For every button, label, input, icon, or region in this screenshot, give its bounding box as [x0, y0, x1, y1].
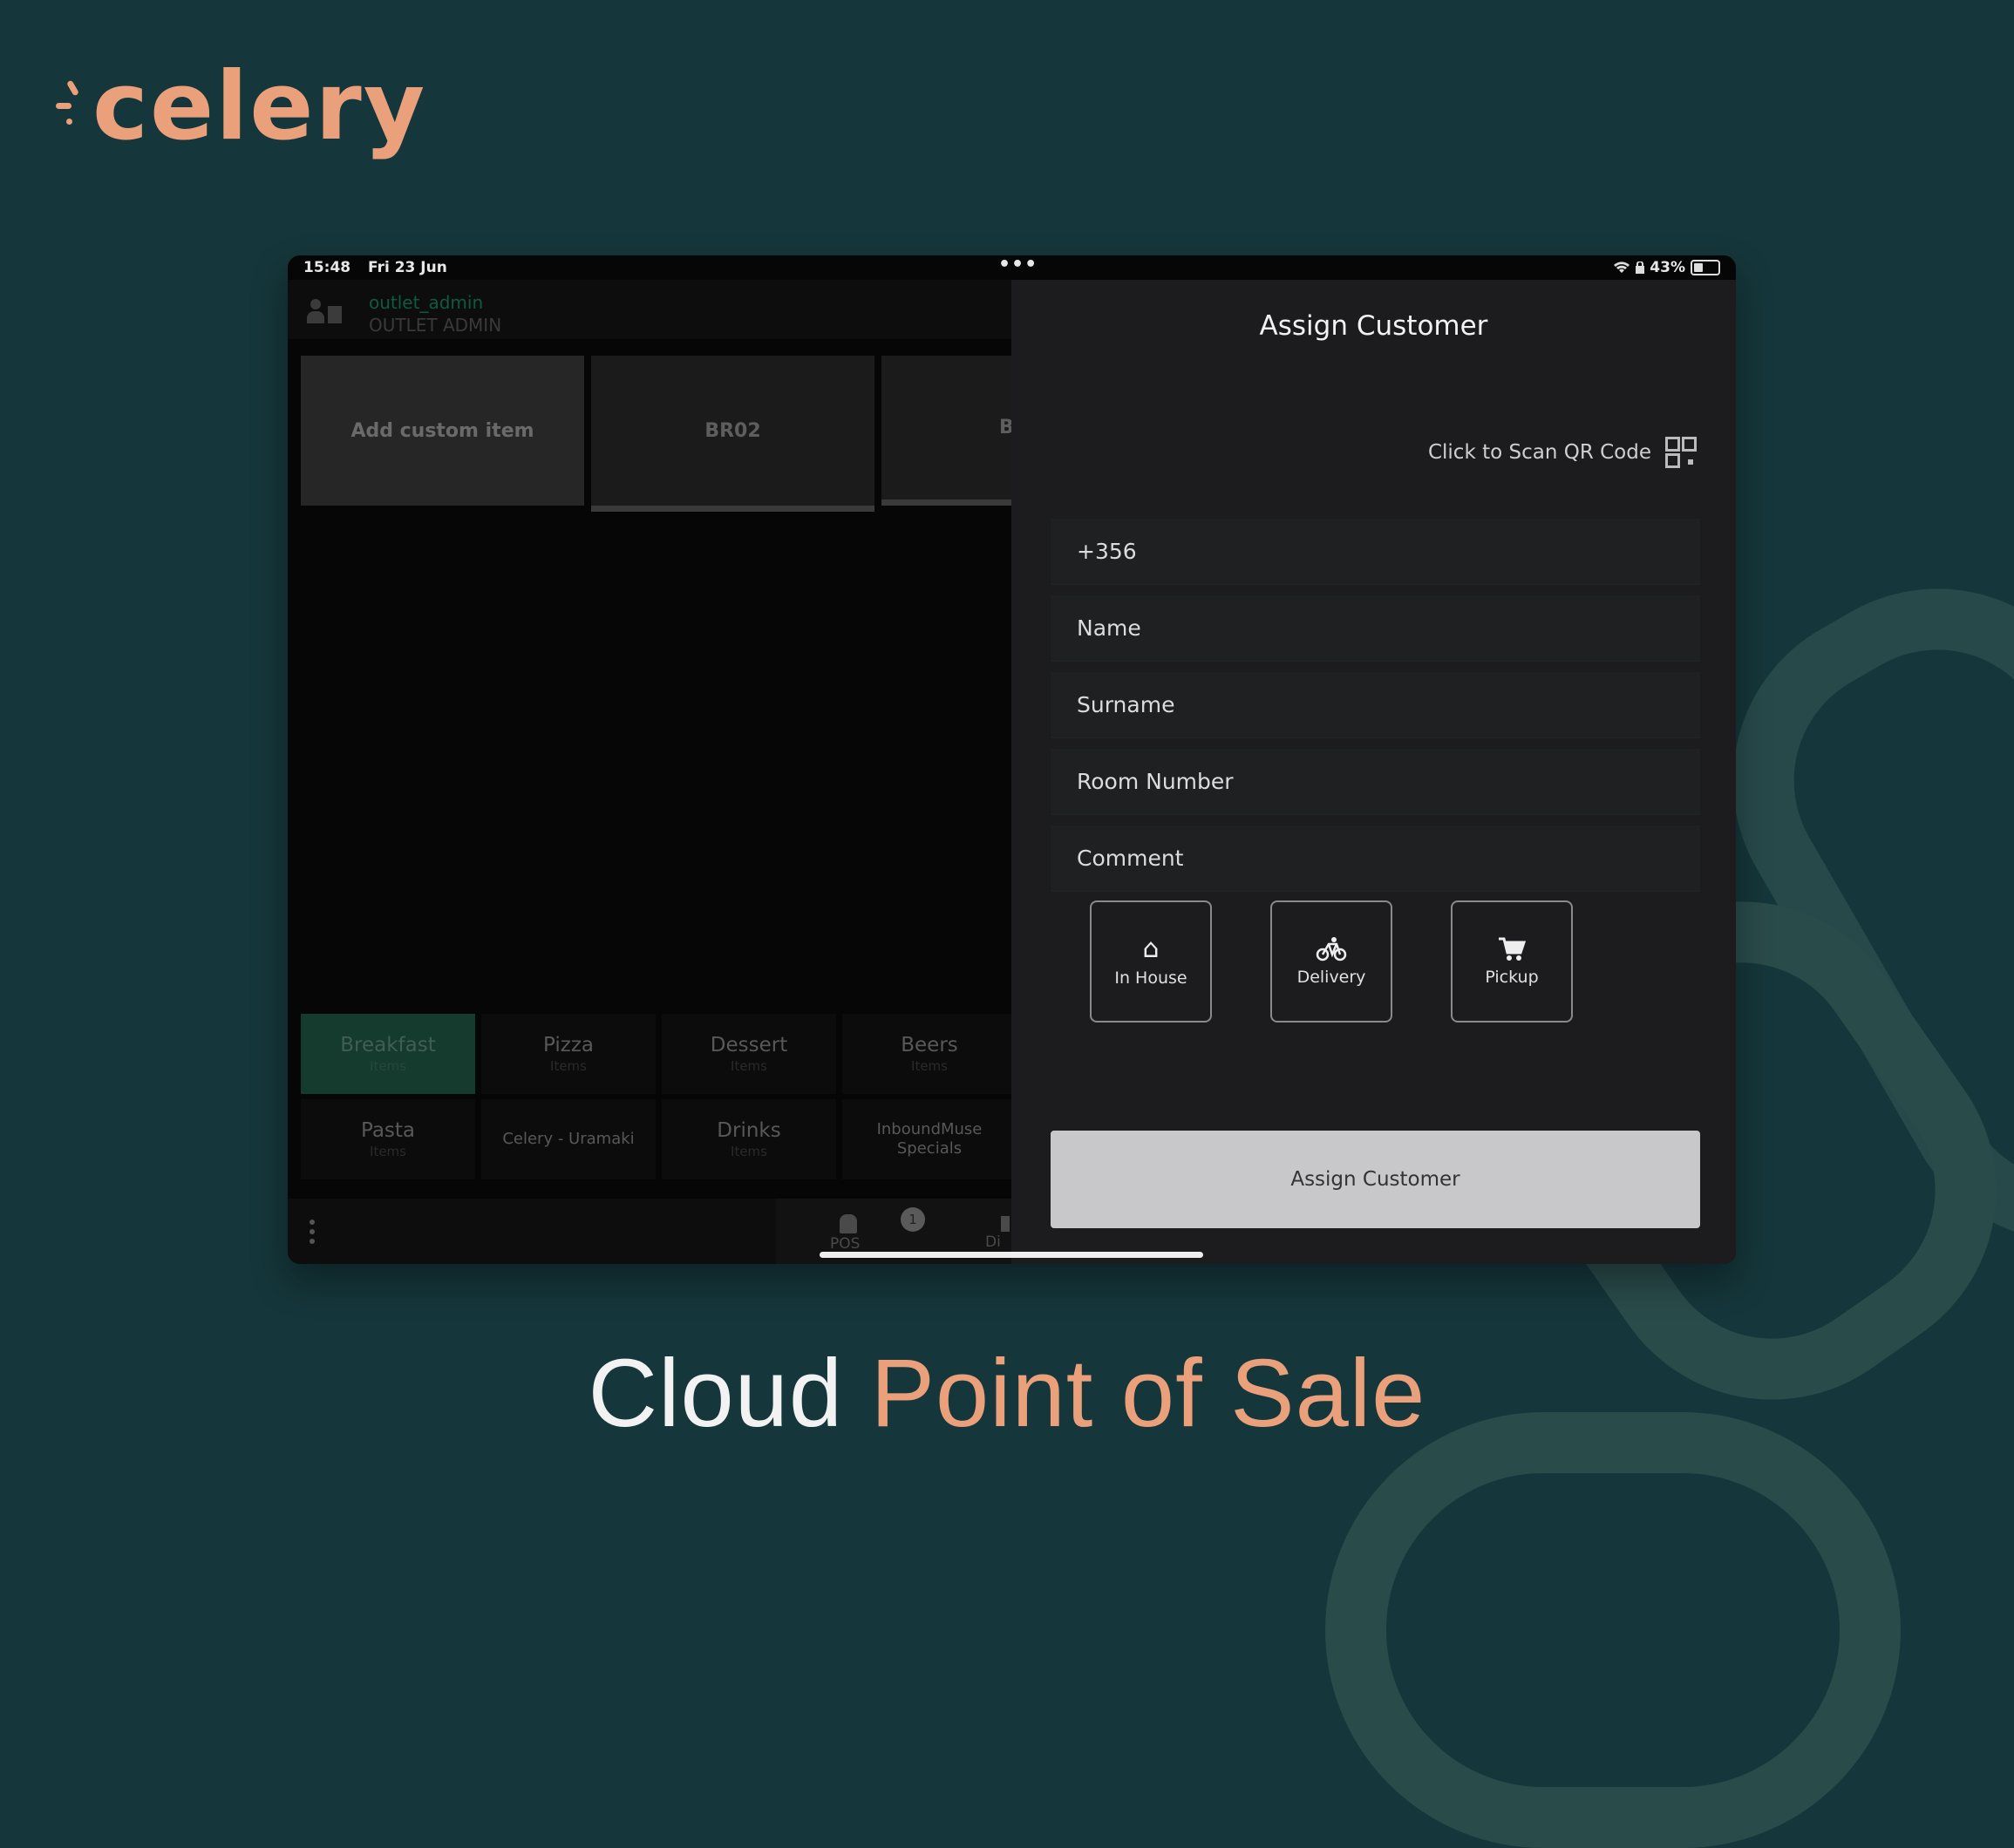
wifi-icon — [1614, 262, 1630, 273]
add-custom-item-tile[interactable]: Add custom item — [301, 356, 584, 506]
category-dessert[interactable]: Dessert Items — [662, 1014, 836, 1094]
surname-field[interactable]: Surname — [1051, 672, 1700, 738]
category-inboundmuse-specials[interactable]: InboundMuse Specials — [842, 1099, 1017, 1179]
category-sub: Items — [911, 1058, 948, 1074]
category-label: InboundMuse Specials — [876, 1120, 983, 1158]
product-tile[interactable]: B — [881, 356, 1014, 506]
category-label: Breakfast — [340, 1034, 436, 1056]
lock-icon — [1636, 262, 1645, 274]
assign-customer-panel: Assign Customer Click to Scan QR Code +3… — [1011, 280, 1736, 1264]
home-indicator[interactable] — [820, 1252, 1203, 1258]
category-celery-uramaki[interactable]: Celery - Uramaki — [481, 1099, 656, 1179]
status-date: Fri 23 Jun — [368, 259, 447, 276]
category-pizza[interactable]: Pizza Items — [481, 1014, 656, 1094]
user-icon — [307, 296, 345, 327]
logo-wordmark: celery — [92, 52, 427, 161]
in-house-button[interactable]: ⌂ In House — [1090, 900, 1212, 1023]
tagline-part-1: Cloud — [588, 1340, 871, 1447]
pos-header: outlet_admin OUTLET ADMIN — [288, 280, 1011, 339]
battery-percent: 43% — [1650, 259, 1685, 276]
dine-tab-label: Di — [985, 1233, 1001, 1251]
tagline-part-2: Point of Sale — [870, 1340, 1426, 1447]
scan-qr-button[interactable]: Click to Scan QR Code — [1428, 437, 1697, 468]
phone-field[interactable]: +356 — [1051, 519, 1700, 585]
category-grid: Breakfast Items Pizza Items Dessert Item… — [301, 1014, 1017, 1179]
status-time: 15:48 — [303, 259, 351, 276]
more-menu-icon[interactable] — [310, 1220, 315, 1248]
pickup-label: Pickup — [1485, 968, 1539, 987]
product-tile[interactable]: BR02 — [591, 356, 874, 512]
pos-icon — [840, 1214, 857, 1233]
order-count-badge: 1 — [901, 1207, 925, 1232]
tagline: Cloud Point of Sale — [0, 1338, 2014, 1449]
category-beers[interactable]: Beers Items — [842, 1014, 1017, 1094]
delivery-button[interactable]: Delivery — [1270, 900, 1392, 1023]
pos-tab-label: POS — [830, 1235, 861, 1253]
category-pasta[interactable]: Pasta Items — [301, 1099, 475, 1179]
pickup-button[interactable]: Pickup — [1451, 900, 1573, 1023]
dine-icon — [1001, 1216, 1010, 1232]
category-sub: Items — [731, 1058, 767, 1074]
room-number-field[interactable]: Room Number — [1051, 749, 1700, 815]
bicycle-icon — [1316, 937, 1347, 961]
tablet-screen: 15:48 Fri 23 Jun ••• 43% outlet_admin OU… — [288, 255, 1736, 1264]
category-sub: Items — [731, 1144, 767, 1159]
in-house-label: In House — [1114, 968, 1187, 988]
name-field[interactable]: Name — [1051, 595, 1700, 662]
decor-shape — [1325, 1412, 1901, 1848]
category-label: Pizza — [543, 1034, 594, 1056]
category-label: Celery - Uramaki — [502, 1130, 635, 1148]
category-drinks[interactable]: Drinks Items — [662, 1099, 836, 1179]
user-role: OUTLET ADMIN — [369, 315, 502, 336]
category-breakfast[interactable]: Breakfast Items — [301, 1014, 475, 1094]
user-name: outlet_admin — [369, 292, 484, 313]
status-bar: 15:48 Fri 23 Jun ••• 43% — [288, 255, 1736, 280]
comment-field[interactable]: Comment — [1051, 825, 1700, 892]
cart-icon — [1499, 937, 1527, 961]
celery-logo: celery — [54, 51, 426, 164]
assign-customer-button[interactable]: Assign Customer — [1051, 1131, 1700, 1228]
home-icon: ⌂ — [1142, 934, 1160, 964]
delivery-label: Delivery — [1296, 968, 1366, 987]
category-sub: Items — [370, 1058, 406, 1074]
category-label: Pasta — [360, 1119, 416, 1142]
category-label: Beers — [901, 1034, 958, 1056]
category-label: Drinks — [717, 1119, 781, 1142]
logo-spark-icon — [54, 77, 89, 138]
multitask-dots[interactable]: ••• — [998, 255, 1038, 275]
category-sub: Items — [370, 1144, 406, 1159]
battery-icon — [1691, 260, 1720, 275]
category-label: Dessert — [710, 1034, 788, 1056]
category-sub: Items — [550, 1058, 587, 1074]
qr-code-icon — [1665, 437, 1697, 468]
panel-title: Assign Customer — [1259, 310, 1488, 342]
scan-qr-label: Click to Scan QR Code — [1427, 441, 1651, 464]
